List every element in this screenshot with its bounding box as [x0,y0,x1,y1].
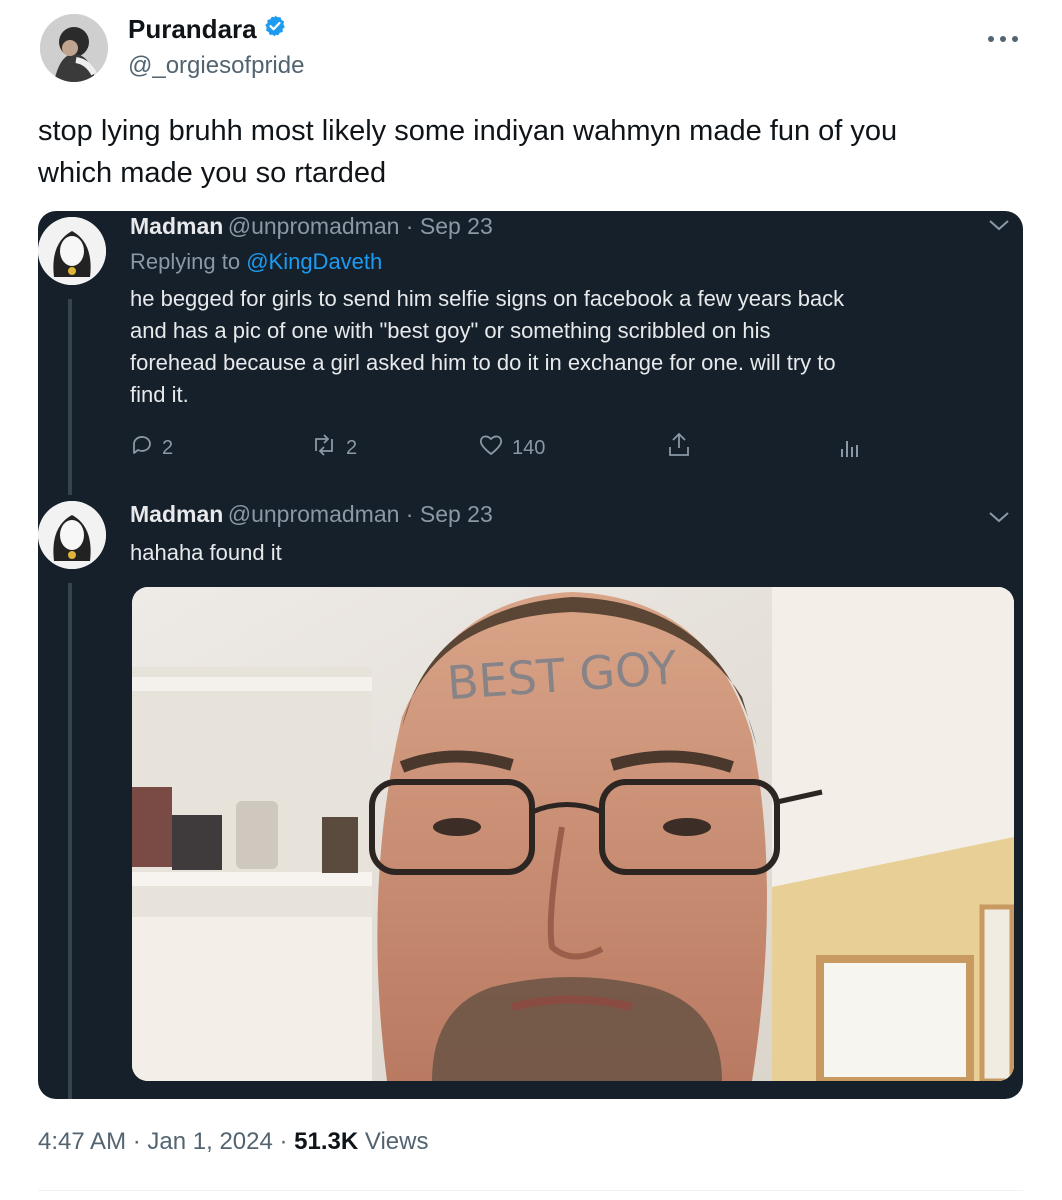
replying-to: Replying to @KingDaveth [130,249,382,275]
post1-header: Madman @unpromadman · Sep 23 [130,213,493,240]
post2-name: Madman [130,501,224,527]
tweet-metadata: 4:47 AM · Jan 1, 2024 · 51.3K Views [38,1128,428,1156]
author-name-label[interactable]: Purandara [128,14,257,45]
post1-line: he begged for girls to send him selfie s… [130,286,845,311]
separator: · [272,1128,295,1155]
post2-text: hahaha found it [130,540,282,565]
post2-header: Madman @unpromadman · Sep 23 [130,501,493,528]
tweet-time[interactable]: 4:47 AM [38,1128,126,1155]
author-name[interactable]: Purandara [128,14,287,45]
thread-line [68,299,72,495]
like-count: 140 [512,436,546,459]
post1-name: Madman [130,213,224,239]
views-count: 51.3K [294,1128,359,1155]
tweet-text-line: stop lying bruhh most likely some indiya… [38,115,898,147]
verified-badge-icon [263,14,287,45]
replying-to-link: @KingDaveth [246,249,383,274]
post1-line: forehead because a girl asked him to do … [130,350,836,375]
post1-text: he begged for girls to send him selfie s… [130,283,1020,411]
author-avatar[interactable] [40,14,108,82]
like-icon [478,433,504,463]
tweet-text-line: which made you so rtarded [38,157,387,189]
like-action: 140 [478,433,545,463]
views-label: Views [358,1128,429,1155]
divider [38,1190,1023,1191]
more-icon[interactable] [986,20,1020,51]
post1-handle-date: @unpromadman · Sep 23 [227,213,493,239]
post1-line: find it. [130,382,189,407]
replying-to-prefix: Replying to [130,249,247,274]
reply-icon [130,433,154,463]
madman-avatar [38,217,106,285]
tweet-date[interactable]: Jan 1, 2024 [147,1128,272,1155]
chevron-down-icon [988,507,1010,528]
reply-action: 2 [130,433,173,463]
share-icon [666,431,692,459]
thread-line [68,583,72,1099]
reply-count: 2 [162,436,174,459]
selfie-photo[interactable]: BEST GOY [132,587,1014,1081]
post1-line: and has a pic of one with "best goy" or … [130,318,771,343]
post2-handle-date: @unpromadman · Sep 23 [227,501,493,527]
embedded-screenshot[interactable]: Madman @unpromadman · Sep 23 Replying to… [38,211,1023,1099]
tweet-text: stop lying bruhh most likely some indiya… [38,110,1018,194]
separator: · [126,1128,148,1155]
chevron-down-icon [988,215,1010,236]
madman-avatar [38,501,106,569]
analytics-icon [838,433,860,459]
retweet-icon [310,433,338,463]
retweet-action: 2 [310,433,357,463]
retweet-count: 2 [346,436,358,459]
author-handle[interactable]: @_orgiesofpride [128,52,304,80]
